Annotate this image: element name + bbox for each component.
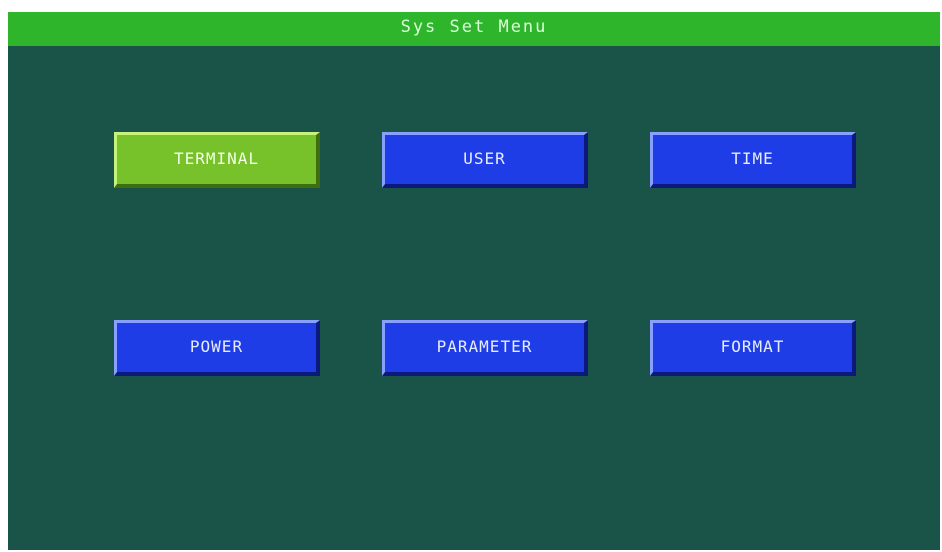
user-button[interactable]: USER <box>382 132 588 188</box>
time-button[interactable]: TIME <box>650 132 856 188</box>
sys-set-menu-screen: Sys Set Menu TERMINAL USER TIME POWER PA… <box>8 12 940 550</box>
parameter-button[interactable]: PARAMETER <box>382 320 588 376</box>
device-screen-frame: Sys Set Menu TERMINAL USER TIME POWER PA… <box>0 0 942 552</box>
terminal-button[interactable]: TERMINAL <box>114 132 320 188</box>
format-button[interactable]: FORMAT <box>650 320 856 376</box>
power-button[interactable]: POWER <box>114 320 320 376</box>
page-title: Sys Set Menu <box>8 12 940 46</box>
